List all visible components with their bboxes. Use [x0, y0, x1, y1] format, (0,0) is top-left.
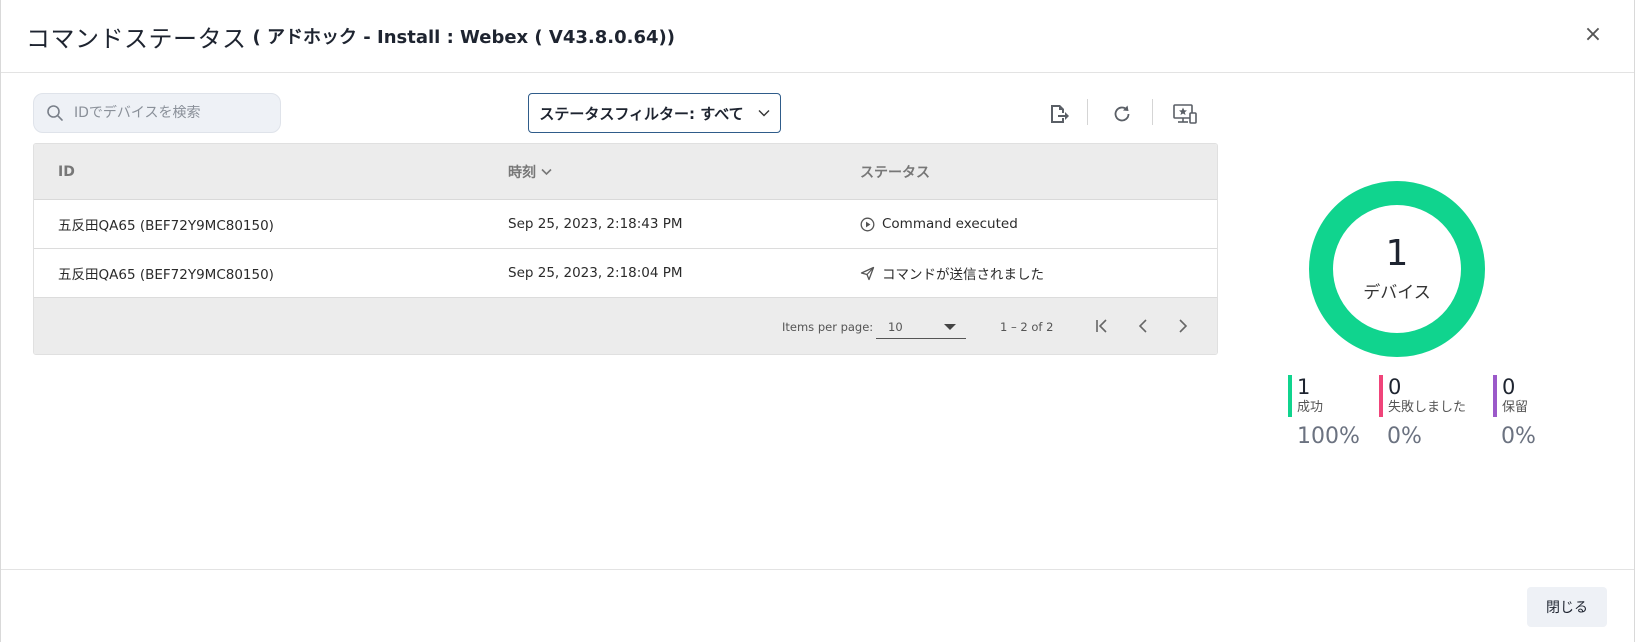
stat-failed: 0 失敗しました	[1379, 375, 1466, 417]
stat-failed-percent: 0%	[1387, 424, 1422, 449]
last-page-icon[interactable]	[1210, 314, 1217, 338]
dialog-footer: 閉じる	[1, 569, 1634, 642]
column-header-id[interactable]: ID	[58, 144, 75, 200]
cell-device-id: 五反田QA65 (BEF72Y9MC80150)	[58, 218, 274, 234]
items-per-page-select[interactable]: 10	[876, 315, 966, 339]
table-header: ID 時刻 ステータス	[34, 144, 1217, 200]
search-input[interactable]	[74, 105, 264, 121]
cell-device-id: 五反田QA65 (BEF72Y9MC80150)	[58, 267, 274, 283]
close-button[interactable]: 閉じる	[1527, 587, 1607, 627]
table-row[interactable]: 五反田QA65 (BEF72Y9MC80150) Sep 25, 2023, 2…	[34, 200, 1217, 249]
table-row[interactable]: 五反田QA65 (BEF72Y9MC80150) Sep 25, 2023, 2…	[34, 249, 1217, 298]
stat-failed-count: 0	[1388, 375, 1402, 399]
send-icon	[860, 266, 875, 280]
sort-chevron-icon	[541, 168, 552, 176]
stat-pending: 0 保留	[1493, 375, 1528, 417]
refresh-icon[interactable]	[1109, 101, 1135, 127]
column-header-time[interactable]: 時刻	[508, 144, 552, 200]
dialog-subtitle: ( アドホック - Install : Webex ( V43.8.0.64))	[252, 27, 675, 48]
table-paginator: Items per page: 10 1 – 2 of 2	[34, 298, 1217, 354]
stat-success-count: 1	[1297, 375, 1311, 399]
dialog-header: コマンドステータス ( アドホック - Install : Webex ( V4…	[1, 0, 1634, 73]
cell-status: Command executed	[860, 200, 1018, 248]
export-icon[interactable]	[1045, 101, 1071, 127]
toolbar-divider	[1152, 99, 1153, 125]
items-per-page-value: 10	[888, 319, 903, 334]
stat-success: 1 成功	[1288, 375, 1323, 417]
search-icon	[47, 105, 63, 121]
items-per-page-label: Items per page:	[782, 319, 874, 334]
status-filter-label: ステータスフィルター: すべて	[539, 104, 744, 123]
stat-failed-bar	[1379, 375, 1383, 417]
command-status-table: ID 時刻 ステータス 五反田QA65 (BEF72Y9MC80150) Sep…	[33, 143, 1218, 355]
column-header-time-label: 時刻	[508, 165, 536, 181]
device-status-donut: 1 デバイス	[1309, 181, 1485, 357]
total-device-label: デバイス	[1363, 282, 1431, 303]
command-status-dialog: コマンドステータス ( アドホック - Install : Webex ( V4…	[0, 0, 1635, 642]
first-page-icon[interactable]	[1091, 314, 1115, 338]
total-device-count: 1	[1385, 232, 1409, 274]
previous-page-icon[interactable]	[1131, 314, 1155, 338]
stat-success-percent: 100%	[1297, 424, 1360, 449]
caret-down-icon	[944, 324, 956, 330]
stat-success-label: 成功	[1297, 400, 1324, 415]
stat-success-bar	[1288, 375, 1292, 417]
device-search-box[interactable]	[33, 93, 281, 133]
donut-center: 1 デバイス	[1309, 181, 1485, 357]
next-page-icon[interactable]	[1171, 314, 1195, 338]
toolbar-divider	[1087, 99, 1088, 125]
cell-status-text: Command executed	[882, 216, 1018, 232]
cell-status: コマンドが送信されました	[860, 249, 1044, 297]
status-filter-dropdown[interactable]: ステータスフィルター: すべて	[528, 93, 781, 133]
stat-pending-bar	[1493, 375, 1497, 417]
stat-pending-label: 保留	[1502, 400, 1529, 415]
cell-time: Sep 25, 2023, 2:18:43 PM	[508, 216, 683, 232]
cell-status-text: コマンドが送信されました	[882, 267, 1044, 283]
stat-pending-percent: 0%	[1501, 424, 1536, 449]
page-range-label: 1 – 2 of 2	[1000, 319, 1054, 334]
dialog-title: コマンドステータス	[26, 24, 247, 53]
cell-time: Sep 25, 2023, 2:18:04 PM	[508, 265, 683, 281]
stat-failed-label: 失敗しました	[1388, 400, 1467, 415]
play-circle-icon	[860, 217, 875, 231]
chevron-down-icon	[758, 109, 770, 117]
stat-pending-count: 0	[1502, 375, 1516, 399]
device-star-icon[interactable]	[1172, 101, 1198, 127]
close-icon[interactable]: ×	[1582, 24, 1604, 46]
column-header-status[interactable]: ステータス	[860, 144, 930, 200]
